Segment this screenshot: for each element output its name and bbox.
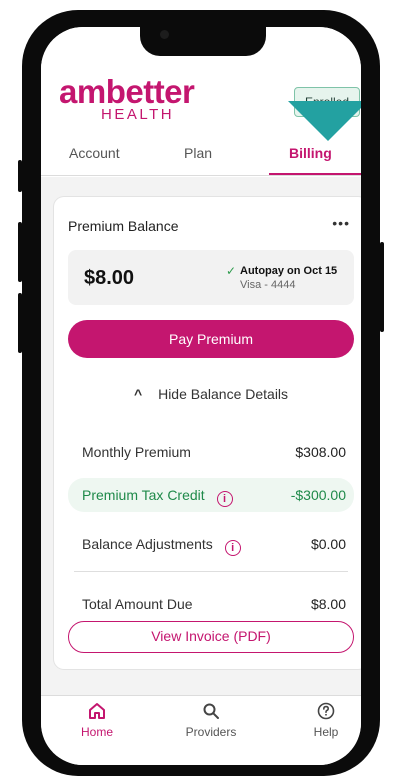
info-icon[interactable]: i bbox=[224, 540, 241, 556]
more-options-icon[interactable]: ••• bbox=[332, 215, 350, 231]
chevron-up-icon: ^ bbox=[134, 386, 143, 402]
home-icon bbox=[89, 703, 105, 719]
ambetter-logo: ambetter HEALTH bbox=[59, 73, 209, 123]
nav-providers[interactable]: Providers bbox=[176, 702, 246, 739]
row-label: Total Amount Due bbox=[82, 596, 193, 612]
nav-help[interactable]: Help bbox=[291, 702, 361, 739]
tab-plan[interactable]: Plan bbox=[184, 145, 212, 161]
total-amount-due-row: Total Amount Due $8.00 bbox=[68, 587, 354, 621]
check-icon: ✓ bbox=[226, 264, 237, 278]
view-invoice-button[interactable]: View Invoice (PDF) bbox=[68, 621, 354, 653]
nav-label: Home bbox=[80, 725, 113, 739]
search-icon bbox=[203, 703, 219, 719]
app-screen: ambetter HEALTH Enrolled Account Plan Bi… bbox=[41, 27, 361, 765]
tab-account[interactable]: Account bbox=[69, 145, 120, 161]
side-button bbox=[18, 293, 22, 353]
payment-method: Visa - 4444 bbox=[240, 279, 296, 291]
balance-adjustments-row: Balance Adjustments i $0.00 bbox=[68, 527, 354, 561]
balance-summary: $8.00 ✓ Autopay on Oct 15 Visa - 4444 bbox=[68, 250, 354, 305]
side-button bbox=[18, 160, 22, 192]
tutorial-pointer bbox=[288, 101, 361, 141]
row-label: Balance Adjustments bbox=[82, 536, 213, 552]
logo-wordmark: ambetter bbox=[59, 73, 195, 110]
side-button bbox=[380, 242, 384, 332]
side-button bbox=[18, 222, 22, 282]
nav-label: Providers bbox=[185, 725, 237, 739]
row-label: Premium Tax Credit bbox=[82, 487, 205, 503]
nav-label: Help bbox=[313, 725, 339, 739]
row-value: $308.00 bbox=[295, 444, 346, 460]
row-value: $8.00 bbox=[310, 596, 346, 612]
monthly-premium-row: Monthly Premium $308.00 bbox=[68, 435, 354, 469]
balance-amount: $8.00 bbox=[84, 267, 135, 289]
pay-premium-button[interactable]: Pay Premium bbox=[68, 320, 354, 358]
help-icon bbox=[317, 702, 335, 720]
row-label: Monthly Premium bbox=[82, 444, 191, 460]
tab-billing[interactable]: Billing bbox=[289, 145, 332, 161]
toggle-label: Hide Balance Details bbox=[158, 386, 289, 402]
phone-notch bbox=[140, 27, 266, 56]
row-value: $0.00 bbox=[310, 536, 346, 552]
premium-tax-credit-row: Premium Tax Credit i -$300.00 bbox=[68, 478, 354, 512]
card-title: Premium Balance bbox=[68, 218, 179, 234]
hide-balance-details-toggle[interactable]: ^ Hide Balance Details bbox=[134, 386, 288, 402]
row-label-wrap: Premium Tax Credit i bbox=[82, 487, 233, 507]
camera-icon bbox=[160, 30, 169, 39]
autopay-status: Autopay on Oct 15 bbox=[240, 265, 338, 277]
tab-bar: Account Plan Billing bbox=[41, 145, 361, 177]
divider bbox=[74, 571, 348, 572]
premium-balance-card: Premium Balance ••• $8.00 ✓ Autopay on O… bbox=[54, 197, 361, 669]
header-divider bbox=[41, 175, 361, 176]
info-icon[interactable]: i bbox=[216, 491, 233, 507]
logo-subtext: HEALTH bbox=[101, 106, 175, 123]
row-label-wrap: Balance Adjustments i bbox=[82, 536, 241, 556]
row-value: -$300.00 bbox=[290, 487, 346, 503]
bottom-nav: Home Providers Help bbox=[41, 695, 361, 765]
nav-home[interactable]: Home bbox=[62, 702, 132, 739]
